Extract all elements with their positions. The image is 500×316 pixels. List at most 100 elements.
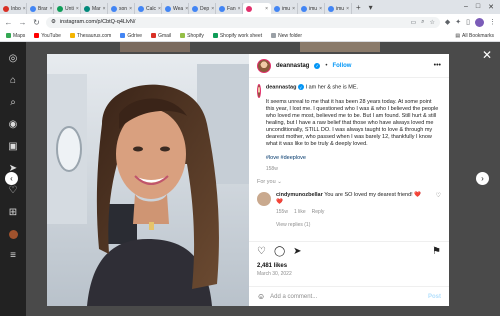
post-photo[interactable] xyxy=(47,54,249,306)
back-icon[interactable]: ← xyxy=(4,18,13,27)
cast-icon[interactable]: ▭ xyxy=(410,19,416,26)
all-bookmarks[interactable]: ▤ All Bookmarks xyxy=(455,33,494,39)
save-icon[interactable]: ⚑ xyxy=(432,247,441,257)
profile-avatar[interactable] xyxy=(8,230,18,239)
previous-post-icon[interactable]: ‹ xyxy=(5,172,18,185)
for-you-toggle[interactable]: For you ⌄ xyxy=(257,179,441,185)
bookmark-label: Gmail xyxy=(158,32,172,39)
instagram-logo-icon[interactable]: ◎ xyxy=(9,54,18,64)
extension-icon[interactable]: ◆ xyxy=(445,18,450,26)
tab-close-icon[interactable]: × xyxy=(265,6,268,12)
tab-close-icon[interactable]: × xyxy=(292,6,295,12)
tab-favicon-icon xyxy=(301,5,307,12)
follow-button[interactable]: Follow xyxy=(332,63,351,69)
browser-tab[interactable]: Calc × xyxy=(135,3,162,14)
browser-tab[interactable]: Wea × xyxy=(162,3,189,14)
bookmark-item[interactable]: Thesaurus.com xyxy=(69,33,111,39)
tab-close-icon[interactable]: × xyxy=(49,6,52,12)
browser-tab[interactable]: imu × xyxy=(271,3,298,14)
tab-title: imu xyxy=(309,5,318,12)
emoji-icon[interactable]: ☺ xyxy=(257,292,265,301)
search-icon[interactable]: ⌕ xyxy=(10,98,16,108)
close-icon[interactable]: ✕ xyxy=(482,48,492,62)
verified-badge-icon: ✓ xyxy=(314,62,321,69)
share-icon[interactable]: ➤ xyxy=(293,247,301,257)
sidepanel-icon[interactable]: ▯ xyxy=(466,18,470,26)
window-close-icon[interactable]: ✕ xyxy=(488,3,494,11)
tab-favicon-icon xyxy=(165,5,171,12)
tab-close-icon[interactable]: × xyxy=(129,6,132,12)
bookmark-item[interactable]: Maps xyxy=(6,33,25,39)
home-icon[interactable]: ⌂ xyxy=(10,76,16,86)
tab-close-icon[interactable]: × xyxy=(158,6,161,12)
comment-icon[interactable]: ◯ xyxy=(274,247,285,257)
bookmark-item[interactable]: Shopify work sheet xyxy=(212,33,262,39)
reload-icon[interactable]: ↻ xyxy=(32,18,41,27)
author-username[interactable]: deannastag xyxy=(276,63,309,69)
tab-close-icon[interactable]: × xyxy=(346,6,349,12)
browser-tab[interactable]: Fan × xyxy=(216,3,243,14)
author-avatar[interactable] xyxy=(257,58,271,73)
bookmark-item[interactable]: Gmail xyxy=(151,33,171,39)
create-icon[interactable]: ⊞ xyxy=(9,208,17,218)
caption-username[interactable]: deannastag xyxy=(266,85,297,91)
bookmark-item[interactable]: New folder xyxy=(271,33,302,39)
star-icon[interactable]: ☆ xyxy=(429,19,434,26)
notifications-icon[interactable]: ♡ xyxy=(9,186,18,196)
address-bar[interactable]: ⚙ instagram.com/p/CbtQ-q4LlvN/ ▭ ⌕ ☆ xyxy=(46,16,440,28)
browser-tab[interactable]: Dep × xyxy=(189,3,216,14)
next-post-icon[interactable]: › xyxy=(476,172,489,185)
hashtags[interactable]: #love #deeplove xyxy=(266,155,441,162)
commenter-username[interactable]: cindymunozbellar xyxy=(276,192,323,198)
caption-author-avatar[interactable] xyxy=(257,84,261,98)
browser-tab[interactable]: imu × xyxy=(325,3,352,14)
forward-icon[interactable]: → xyxy=(18,18,27,27)
browser-tab[interactable]: son × xyxy=(108,3,135,14)
browser-tab[interactable]: Unti × xyxy=(54,3,81,14)
new-tab-icon[interactable]: + xyxy=(352,3,365,12)
tab-favicon-icon xyxy=(84,5,90,12)
like-comment-icon[interactable]: ♡ xyxy=(436,192,441,199)
more-menu-icon[interactable]: ≡ xyxy=(10,251,16,261)
browser-tab[interactable]: Brar × xyxy=(27,3,54,14)
bookmark-item[interactable]: Shopify xyxy=(180,33,204,39)
post-comment-button[interactable]: Post xyxy=(428,294,441,300)
comment-text-block: cindymunozbellar You are SO loved my dea… xyxy=(276,192,428,216)
minimize-icon[interactable]: – xyxy=(464,3,468,11)
like-count[interactable]: 2,481 likes xyxy=(257,263,441,269)
tab-close-icon[interactable]: × xyxy=(211,6,214,12)
bookmark-item[interactable]: YouTube xyxy=(34,33,61,39)
tab-close-icon[interactable]: × xyxy=(76,6,79,12)
maximize-icon[interactable]: □ xyxy=(476,3,480,11)
tab-close-icon[interactable]: × xyxy=(319,6,322,12)
browser-tab[interactable]: × xyxy=(243,3,271,14)
bookmark-item[interactable]: Gdrive xyxy=(120,33,142,39)
tab-close-icon[interactable]: × xyxy=(185,6,188,12)
browser-tab[interactable]: Mar × xyxy=(81,3,108,14)
background-thumbnail xyxy=(120,42,190,52)
caption-text-block: deannastag ✓ I am her & she is ME. It se… xyxy=(266,84,441,173)
tab-close-icon[interactable]: × xyxy=(103,6,106,12)
tab-close-icon[interactable]: × xyxy=(238,6,241,12)
explore-icon[interactable]: ◉ xyxy=(9,120,18,130)
like-icon[interactable]: ♡ xyxy=(257,247,266,257)
more-options-icon[interactable]: ••• xyxy=(434,62,441,69)
tab-title: Mar xyxy=(92,5,101,12)
reply-button[interactable]: Reply xyxy=(312,209,325,216)
extensions-puzzle-icon[interactable]: ✦ xyxy=(455,18,461,26)
site-info-icon[interactable]: ⚙ xyxy=(51,19,56,25)
view-replies-button[interactable]: View replies (1) xyxy=(276,222,441,228)
tab-search-icon[interactable]: ▾ xyxy=(365,3,377,12)
commenter-avatar[interactable] xyxy=(257,191,271,206)
zoom-icon[interactable]: ⌕ xyxy=(421,19,424,26)
comment-likes[interactable]: 1 like xyxy=(294,209,306,216)
browser-tab[interactable]: imu × xyxy=(298,3,325,14)
browser-tab[interactable]: Inbo × xyxy=(0,3,27,14)
tab-close-icon[interactable]: × xyxy=(23,6,26,12)
profile-avatar[interactable] xyxy=(475,17,484,27)
bookmark-label: Shopify xyxy=(187,32,204,39)
tab-title: Brar xyxy=(38,5,48,12)
menu-kebab-icon[interactable]: ⋮ xyxy=(489,18,496,26)
add-comment-input[interactable]: Add a comment... xyxy=(270,294,317,300)
reels-icon[interactable]: ▣ xyxy=(8,142,17,152)
